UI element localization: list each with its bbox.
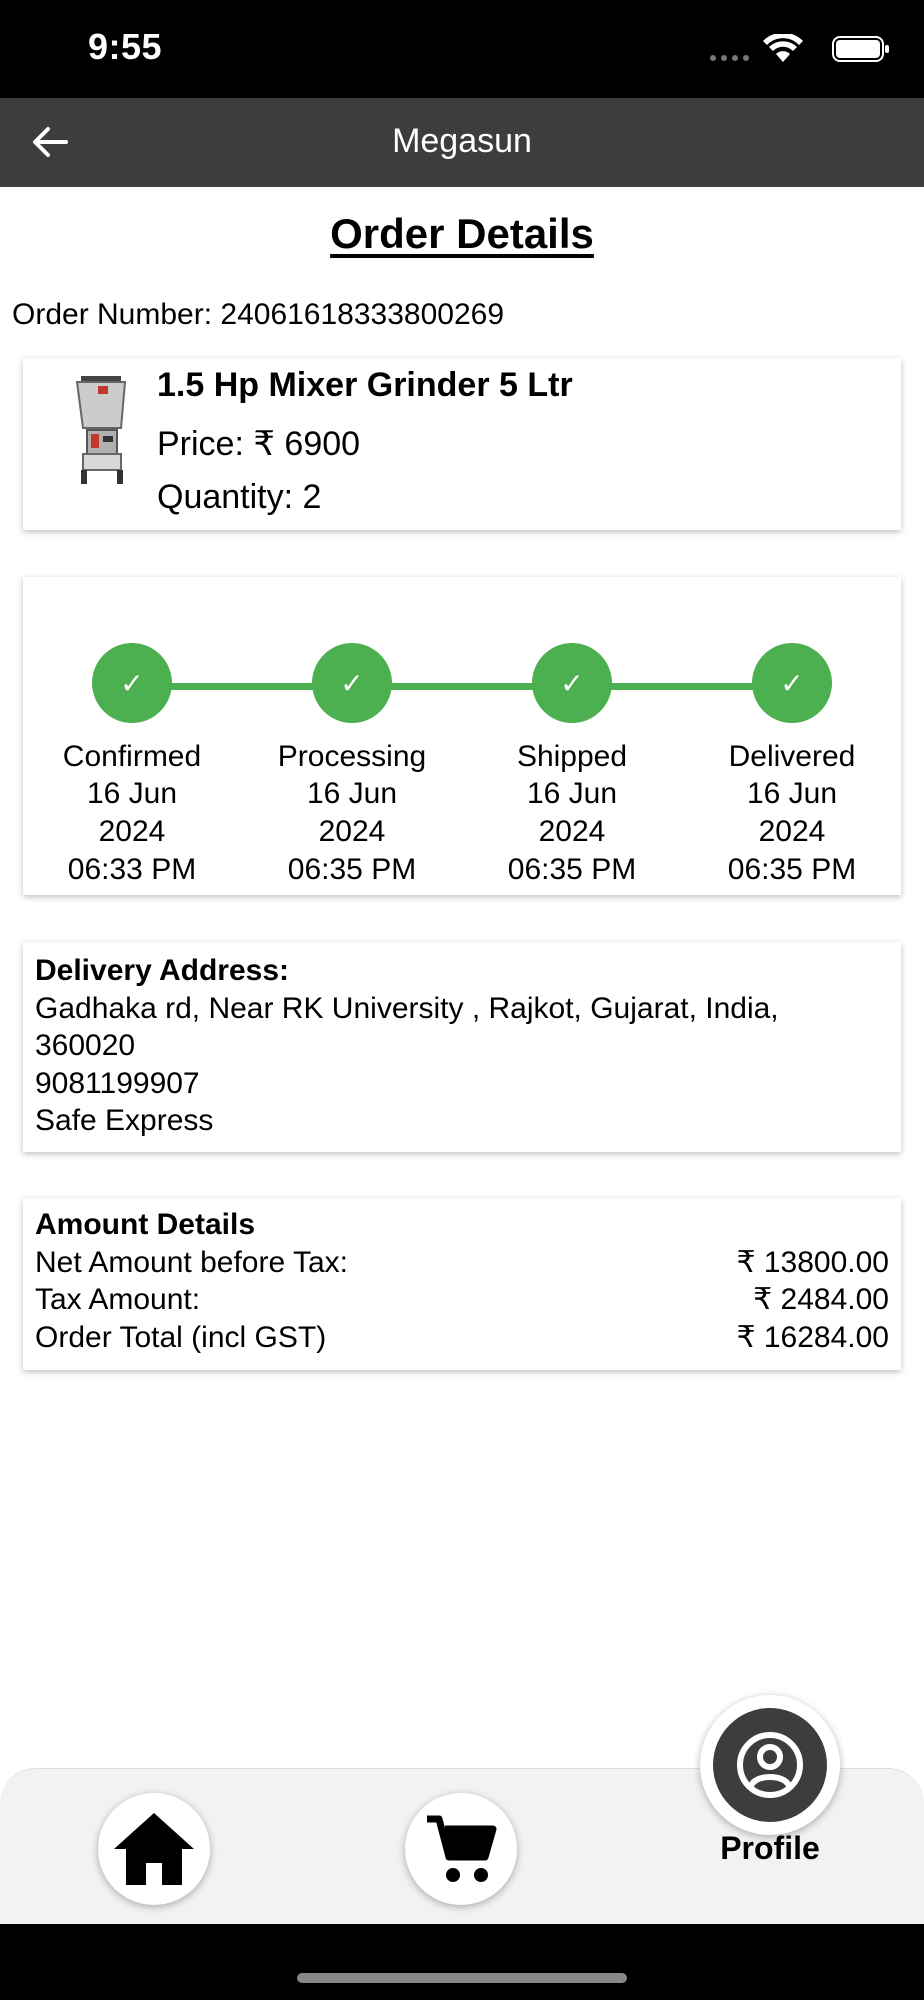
profile-label[interactable]: Profile [690,1830,850,1867]
tracker-step-delivered: ✓ Delivered 16 Jun 2024 06:35 PM [692,643,892,889]
wifi-icon [763,34,803,62]
step-label: Shipped [516,740,628,773]
amount-value: ₹ 16284.00 [736,1320,889,1354]
courier-name: Safe Express [35,1104,214,1137]
product-image [75,376,127,484]
step-year: 2024 [538,815,606,848]
step-year: 2024 [98,815,166,848]
amount-row-total: Order Total (incl GST) ₹ 16284.00 [35,1319,889,1357]
step-time: 06:33 PM [67,853,197,886]
step-year: 2024 [758,815,826,848]
cart-button[interactable] [405,1793,517,1905]
app-title: Megasun [392,122,532,160]
amount-label: Net Amount before Tax: [35,1245,348,1279]
amount-heading: Amount Details [35,1208,256,1241]
home-icon [114,1813,194,1885]
address-line: Gadhaka rd, Near RK University , Rajkot,… [35,991,779,1025]
battery-icon [832,36,889,62]
tracker-step-confirmed: ✓ Confirmed 16 Jun 2024 06:33 PM [32,643,232,889]
tracker-step-processing: ✓ Processing 16 Jun 2024 06:35 PM [252,643,452,889]
address-heading: Delivery Address: [35,954,290,987]
home-indicator[interactable] [297,1973,627,1983]
amount-details-card: Amount Details Net Amount before Tax: ₹ … [23,1198,901,1370]
step-date: 16 Jun [306,777,398,810]
profile-icon [737,1732,803,1798]
cellular-signal-icon [710,55,749,61]
step-time: 06:35 PM [507,853,637,886]
product-price: Price: ₹ 6900 [157,425,361,463]
check-icon: ✓ [532,643,612,723]
product-name: 1.5 Hp Mixer Grinder 5 Ltr [157,366,573,404]
amount-value: ₹ 13800.00 [736,1245,889,1279]
check-icon: ✓ [92,643,172,723]
status-bar: 9:55 [0,0,924,98]
home-button[interactable] [98,1793,210,1905]
step-label: Confirmed [62,740,202,773]
app-bar: Megasun [0,98,924,187]
delivery-address-card: Delivery Address: Gadhaka rd, Near RK Un… [23,942,901,1152]
step-year: 2024 [318,815,386,848]
profile-button[interactable] [700,1695,840,1835]
profile-circle [713,1708,827,1822]
address-postcode: 360020 [35,1029,136,1062]
amount-label: Tax Amount: [35,1283,201,1316]
step-time: 06:35 PM [727,853,857,886]
order-tracker: ✓ Confirmed 16 Jun 2024 06:33 PM ✓ Proce… [23,577,901,895]
check-icon: ✓ [752,643,832,723]
cart-icon [427,1815,497,1882]
product-card: 1.5 Hp Mixer Grinder 5 Ltr Price: ₹ 6900… [23,358,901,530]
step-label: Processing [277,740,427,773]
tracker-step-shipped: ✓ Shipped 16 Jun 2024 06:35 PM [472,643,672,889]
amount-value: ₹ 2484.00 [753,1283,889,1316]
step-date: 16 Jun [86,777,178,810]
amount-row-tax: Tax Amount: ₹ 2484.00 [35,1281,889,1319]
order-number: Order Number: 24061618333800269 [12,298,505,331]
step-date: 16 Jun [526,777,618,810]
address-phone: 9081199907 [35,1066,200,1100]
status-time: 9:55 [88,26,163,67]
page-title: Order Details [330,210,594,257]
check-icon: ✓ [312,643,392,723]
step-date: 16 Jun [746,777,838,810]
product-quantity: Quantity: 2 [157,478,322,516]
step-label: Delivered [728,740,856,773]
amount-row-net: Net Amount before Tax: ₹ 13800.00 [35,1244,889,1282]
home-indicator-area [0,1924,924,2000]
step-time: 06:35 PM [287,853,417,886]
amount-label: Order Total (incl GST) [35,1320,327,1354]
